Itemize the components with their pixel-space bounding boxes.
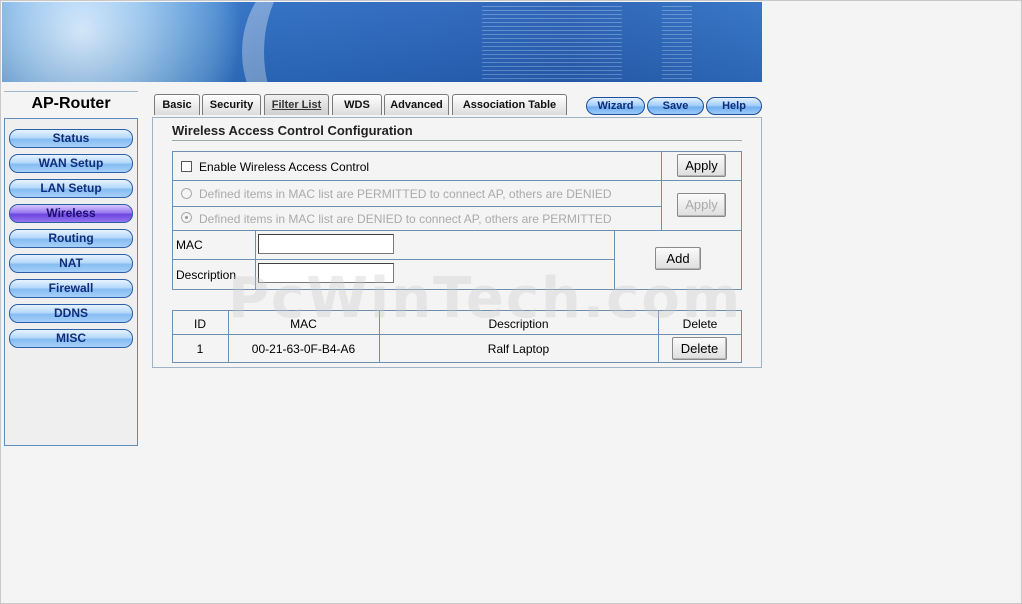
- col-header-delete: Delete: [682, 317, 718, 331]
- delete-button[interactable]: Delete: [672, 337, 727, 360]
- sidebar-item-lan-setup[interactable]: LAN Setup: [9, 179, 133, 198]
- mac-label: MAC: [176, 238, 203, 252]
- apply-button[interactable]: Apply: [677, 154, 726, 177]
- sidebar-item-wan-setup[interactable]: WAN Setup: [9, 154, 133, 173]
- add-button[interactable]: Add: [655, 247, 701, 270]
- description-input[interactable]: [258, 263, 394, 283]
- table-row-description: Ralf Laptop: [487, 342, 550, 356]
- help-button[interactable]: Help: [706, 97, 762, 115]
- tab-advanced[interactable]: Advanced: [384, 94, 449, 115]
- sidebar-item-nat[interactable]: NAT: [9, 254, 133, 273]
- sidebar-item-wireless[interactable]: Wireless: [9, 204, 133, 223]
- permit-radio[interactable]: [181, 188, 192, 199]
- save-button[interactable]: Save: [647, 97, 704, 115]
- enable-access-control-label: Enable Wireless Access Control: [199, 160, 370, 174]
- mac-input[interactable]: [258, 234, 394, 254]
- tab-security[interactable]: Security: [202, 94, 261, 115]
- permit-label: Defined items in MAC list are PERMITTED …: [199, 187, 612, 201]
- deny-radio[interactable]: [181, 212, 192, 223]
- enable-access-control-checkbox[interactable]: [181, 161, 192, 172]
- tab-filter-list[interactable]: Filter List: [264, 94, 329, 115]
- apply-policy-button[interactable]: Apply: [677, 193, 726, 217]
- deny-label: Defined items in MAC list are DENIED to …: [199, 212, 612, 226]
- page-title: Wireless Access Control Configuration: [172, 123, 413, 138]
- wizard-button[interactable]: Wizard: [586, 97, 645, 115]
- table-row-mac: 00-21-63-0F-B4-A6: [251, 342, 356, 356]
- sidebar-item-ddns[interactable]: DDNS: [9, 304, 133, 323]
- app-title: AP-Router: [31, 95, 111, 112]
- table-row-id: 1: [196, 342, 204, 356]
- col-header-mac: MAC: [290, 317, 317, 331]
- sidebar-item-routing[interactable]: Routing: [9, 229, 133, 248]
- sidebar-menu: Status WAN Setup LAN Setup Wireless Rout…: [4, 118, 138, 446]
- tab-wds[interactable]: WDS: [332, 94, 382, 115]
- sidebar-item-misc[interactable]: MISC: [9, 329, 133, 348]
- header-banner: [2, 2, 762, 82]
- col-header-id: ID: [194, 317, 206, 331]
- col-header-description: Description: [488, 317, 549, 331]
- description-label: Description: [176, 268, 237, 282]
- sidebar-item-firewall[interactable]: Firewall: [9, 279, 133, 298]
- sidebar-item-status[interactable]: Status: [9, 129, 133, 148]
- tab-basic[interactable]: Basic: [154, 94, 200, 115]
- tab-association-table[interactable]: Association Table: [452, 94, 567, 115]
